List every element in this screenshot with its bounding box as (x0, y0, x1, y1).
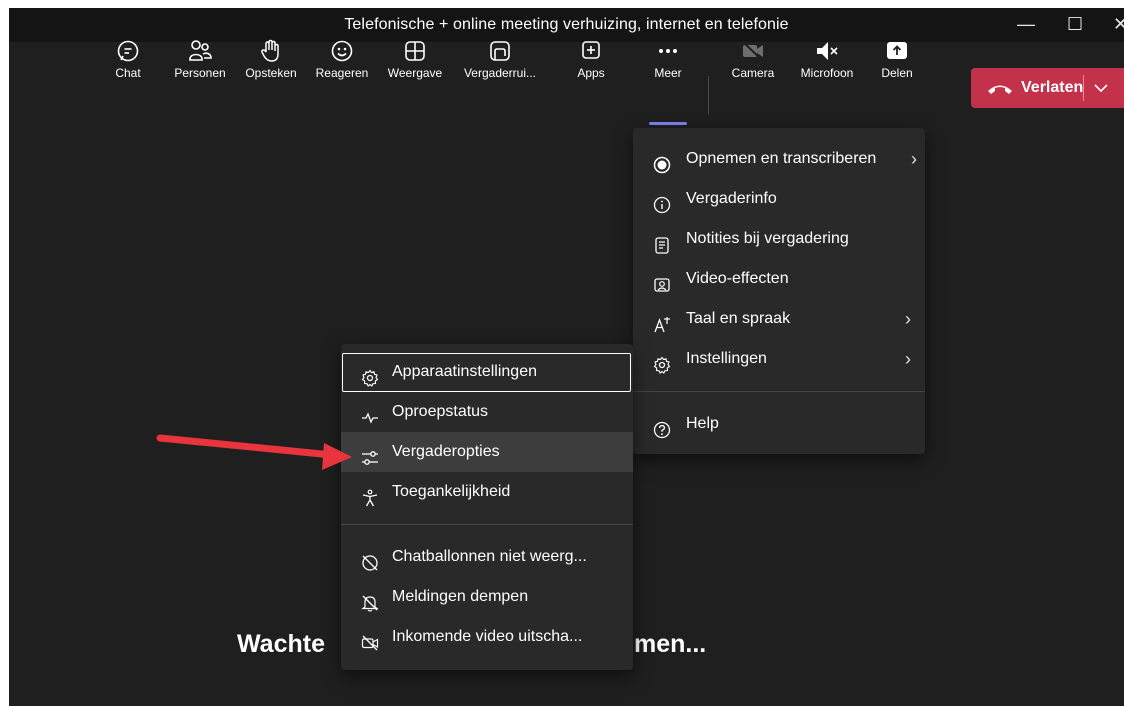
annotation-arrow-icon (156, 434, 352, 470)
